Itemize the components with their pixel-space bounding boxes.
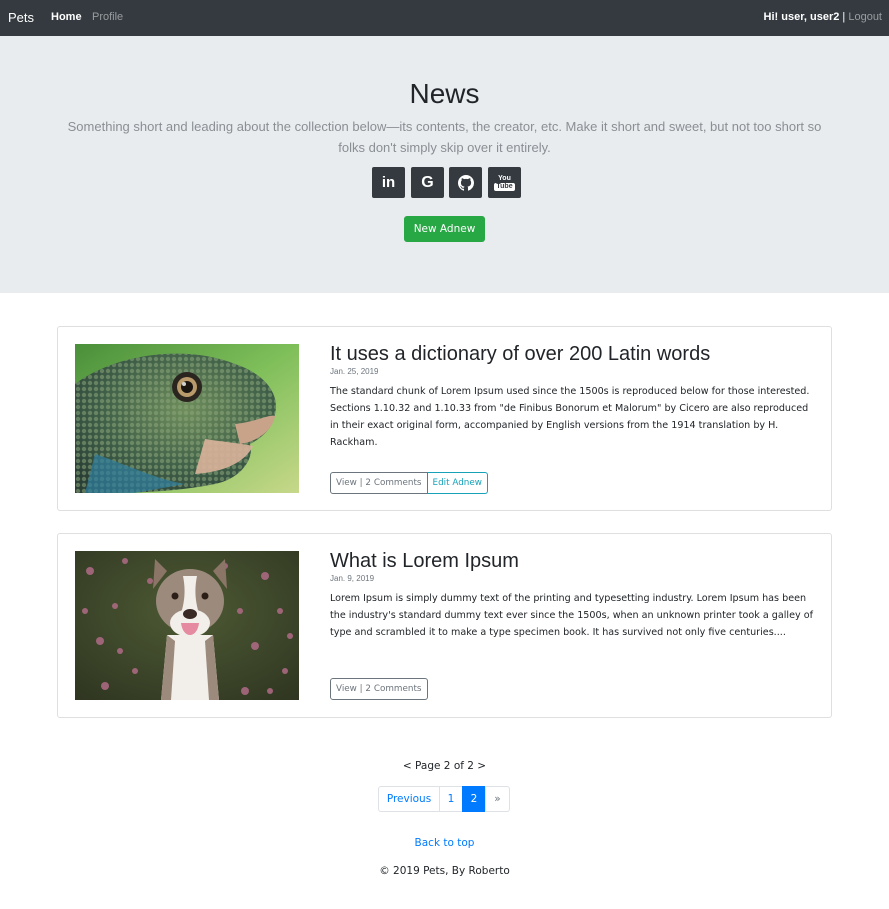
post-card: It uses a dictionary of over 200 Latin w… <box>57 326 832 511</box>
youtube-tube-text: Tube <box>494 182 515 191</box>
post-date: Jan. 9, 2019 <box>330 574 375 583</box>
google-button[interactable]: G <box>411 167 444 198</box>
nav-profile-link[interactable]: Profile <box>92 11 123 23</box>
post-title[interactable]: It uses a dictionary of over 200 Latin w… <box>330 343 710 366</box>
post-title[interactable]: What is Lorem Ipsum <box>330 550 519 573</box>
youtube-icon: You Tube <box>494 174 515 191</box>
post-body: Lorem Ipsum is simply dummy text of the … <box>330 593 813 638</box>
linkedin-icon: in <box>381 174 396 191</box>
post-image-dog[interactable] <box>75 551 299 700</box>
next-page-button[interactable]: » <box>485 786 510 812</box>
page-title: News <box>409 78 480 109</box>
previous-page-button[interactable]: Previous <box>378 786 440 812</box>
logout-link[interactable]: Logout <box>848 11 882 23</box>
github-button[interactable] <box>449 167 482 198</box>
post-body: The standard chunk of Lorem Ipsum used s… <box>330 386 810 448</box>
view-comments-button[interactable]: View | 2 Comments <box>330 472 428 494</box>
page-2-button[interactable]: 2 <box>462 786 486 812</box>
nav-separator: | <box>839 11 849 23</box>
post-actions: View | 2 Comments <box>330 678 428 700</box>
user-greeting: Hi! user, user2 <box>763 11 840 23</box>
youtube-button[interactable]: You Tube <box>488 167 521 198</box>
edit-adnew-button[interactable]: Edit Adnew <box>427 472 488 494</box>
social-links: in G You Tube <box>0 167 889 198</box>
back-to-top-link[interactable]: Back to top <box>0 837 889 849</box>
page-info: < Page 2 of 2 > <box>402 760 487 772</box>
user-menu: Hi! user, user2 | Logout <box>764 11 882 23</box>
footer-copyright: © 2019 Pets, By Roberto <box>379 865 510 877</box>
hero-lead-text: Something short and leading about the co… <box>67 119 822 155</box>
google-icon: G <box>421 173 434 191</box>
hero-section: News Something short and leading about t… <box>0 36 889 293</box>
pagination: Previous 1 2 » <box>378 786 510 812</box>
page-1-button[interactable]: 1 <box>439 786 463 812</box>
youtube-you-text: You <box>498 174 511 182</box>
new-adnew-button[interactable]: New Adnew <box>404 216 485 242</box>
view-comments-button[interactable]: View | 2 Comments <box>330 678 428 700</box>
brand-link[interactable]: Pets <box>8 10 34 25</box>
navbar: Pets Home Profile Hi! user, user2 | Logo… <box>0 0 889 36</box>
post-image-iguana[interactable] <box>75 344 299 493</box>
post-actions: View | 2 Comments Edit Adnew <box>330 472 488 494</box>
post-date: Jan. 25, 2019 <box>330 367 379 376</box>
github-icon <box>457 174 474 191</box>
post-card: What is Lorem Ipsum Jan. 9, 2019 Lorem I… <box>57 533 832 718</box>
linkedin-button[interactable]: in <box>372 167 405 198</box>
nav-home-link[interactable]: Home <box>51 11 82 23</box>
